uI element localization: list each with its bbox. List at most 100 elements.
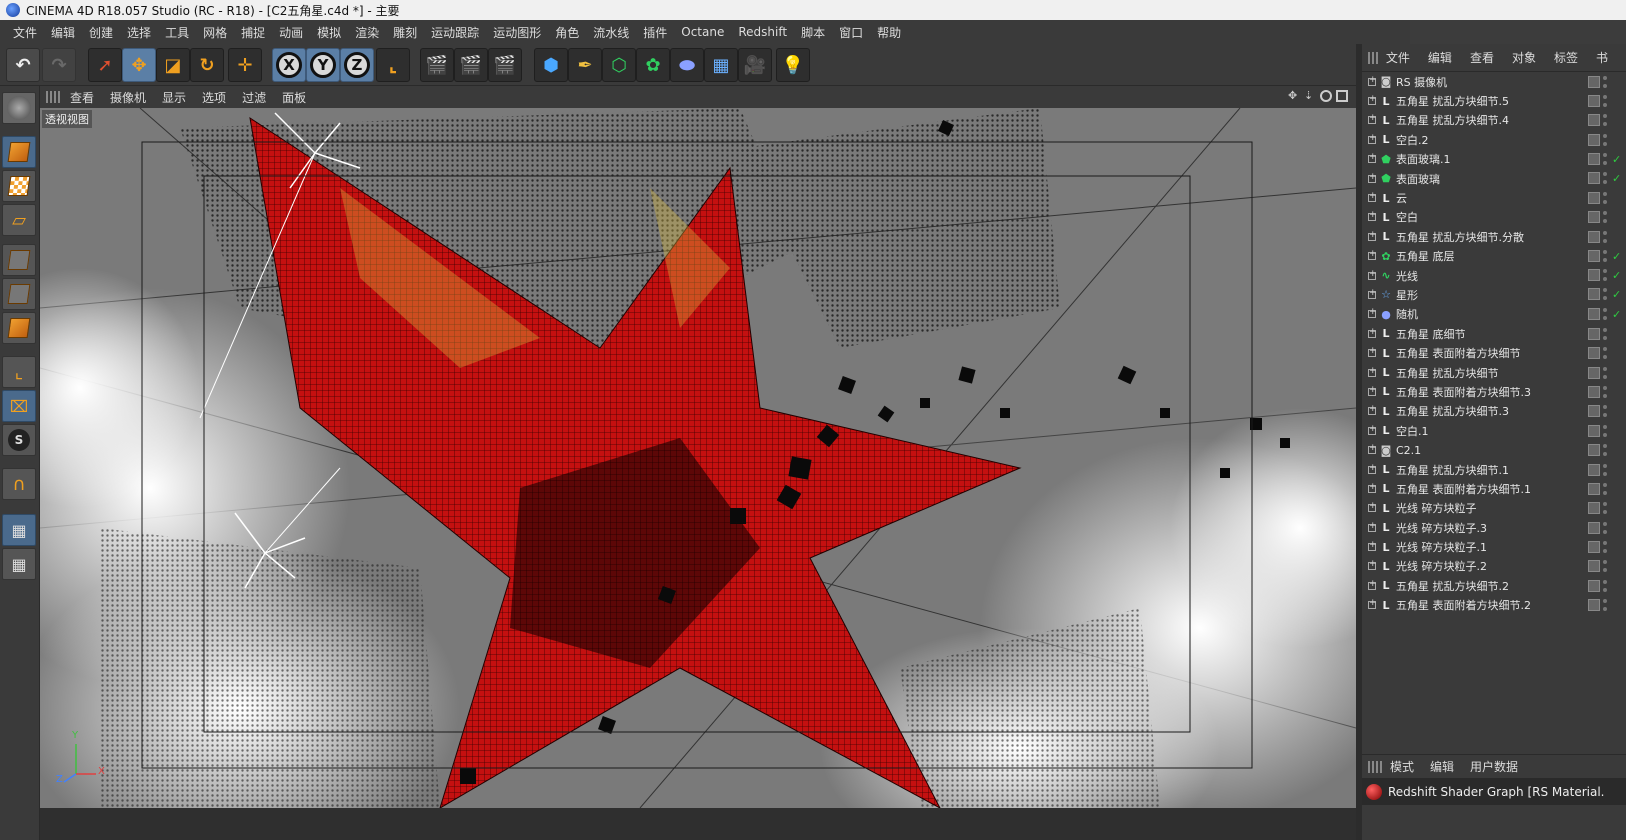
visibility-dots-icon[interactable]: [1603, 599, 1609, 612]
attr-menu-mode[interactable]: 模式: [1390, 758, 1414, 775]
object-menu-item[interactable]: 书: [1596, 49, 1608, 66]
object-row[interactable]: ⬟ 表面玻璃.1 ✓: [1362, 150, 1626, 169]
material-tag-icon[interactable]: [1588, 599, 1600, 612]
enabled-check-icon[interactable]: [1612, 231, 1622, 243]
enabled-check-icon[interactable]: [1612, 347, 1622, 359]
visibility-dots-icon[interactable]: [1603, 424, 1609, 437]
points-mode-button[interactable]: [2, 244, 36, 276]
object-row[interactable]: ● 随机 ✓: [1362, 305, 1626, 324]
expand-toggle-icon[interactable]: [1368, 75, 1377, 86]
expand-toggle-icon[interactable]: [1368, 172, 1377, 183]
enabled-check-icon[interactable]: ✓: [1612, 288, 1622, 301]
visibility-dots-icon[interactable]: [1603, 482, 1609, 495]
add-subdivision-button[interactable]: ⬡: [602, 48, 636, 82]
enabled-check-icon[interactable]: ✓: [1612, 250, 1622, 263]
render-view-button[interactable]: 🎬: [420, 48, 454, 82]
material-tag-icon[interactable]: [1588, 95, 1600, 108]
object-menu-item[interactable]: 标签: [1554, 49, 1578, 66]
enabled-check-icon[interactable]: [1612, 76, 1622, 88]
enabled-check-icon[interactable]: [1612, 560, 1622, 572]
object-row[interactable]: L 空白.2: [1362, 130, 1626, 149]
live-selection-button[interactable]: ➚: [88, 48, 122, 82]
viewport-menu-options[interactable]: 选项: [202, 89, 226, 106]
object-row[interactable]: ◙ RS 摄像机: [1362, 72, 1626, 91]
object-row[interactable]: L 五角星 扰乱方块细节.2: [1362, 576, 1626, 595]
expand-toggle-icon[interactable]: [1368, 404, 1377, 416]
visibility-dots-icon[interactable]: [1603, 230, 1609, 243]
enabled-check-icon[interactable]: [1612, 580, 1622, 592]
object-row[interactable]: ⬟ 表面玻璃 ✓: [1362, 169, 1626, 188]
object-row[interactable]: L 五角星 表面附着方块细节: [1362, 343, 1626, 362]
expand-toggle-icon[interactable]: [1368, 579, 1377, 590]
menu-item[interactable]: 插件: [643, 24, 667, 41]
visibility-dots-icon[interactable]: [1603, 502, 1609, 515]
object-row[interactable]: L 五角星 扰乱方块细节.4: [1362, 111, 1626, 130]
perspective-viewport[interactable]: 透视视图 Y Z X: [40, 108, 1356, 808]
expand-toggle-icon[interactable]: [1368, 288, 1377, 299]
texture-mode-button[interactable]: [2, 170, 36, 202]
menu-item[interactable]: 捕捉: [241, 24, 265, 41]
expand-toggle-icon[interactable]: [1368, 559, 1377, 571]
orbit-icon[interactable]: [1320, 90, 1332, 102]
material-tag-icon[interactable]: [1588, 366, 1600, 379]
menu-item[interactable]: 运动跟踪: [431, 24, 479, 41]
visibility-dots-icon[interactable]: [1603, 75, 1609, 88]
visibility-dots-icon[interactable]: [1603, 521, 1609, 534]
visibility-dots-icon[interactable]: [1603, 192, 1609, 205]
expand-toggle-icon[interactable]: [1368, 501, 1377, 513]
expand-toggle-icon[interactable]: [1368, 133, 1377, 144]
material-tag-icon[interactable]: [1588, 541, 1600, 554]
menu-item[interactable]: 角色: [555, 24, 579, 41]
enabled-check-icon[interactable]: [1612, 425, 1622, 437]
tweak-mode-button[interactable]: ⌧: [2, 390, 36, 422]
material-tag-icon[interactable]: [1588, 211, 1600, 224]
x-axis-lock-button[interactable]: X: [272, 48, 306, 82]
visibility-dots-icon[interactable]: [1603, 211, 1609, 224]
material-tag-icon[interactable]: [1588, 327, 1600, 340]
expand-toggle-icon[interactable]: [1368, 598, 1377, 610]
enabled-check-icon[interactable]: [1612, 211, 1622, 223]
workplane-align-button[interactable]: ▦: [2, 548, 36, 580]
add-deformer-button[interactable]: ⬬: [670, 48, 704, 82]
z-axis-lock-button[interactable]: Z: [340, 48, 374, 82]
menu-item[interactable]: 运动图形: [493, 24, 541, 41]
expand-toggle-icon[interactable]: [1368, 482, 1377, 493]
object-row[interactable]: L 空白: [1362, 208, 1626, 227]
coordinate-system-button[interactable]: ⌞: [376, 48, 410, 82]
add-camera-button[interactable]: 🎥: [738, 48, 772, 82]
enabled-check-icon[interactable]: [1612, 522, 1622, 534]
move-tool-button[interactable]: ✥: [122, 48, 156, 82]
material-tag-icon[interactable]: [1588, 424, 1600, 437]
menu-item[interactable]: 编辑: [51, 24, 75, 41]
visibility-dots-icon[interactable]: [1603, 95, 1609, 108]
enabled-check-icon[interactable]: [1612, 328, 1622, 340]
expand-toggle-icon[interactable]: [1368, 210, 1377, 222]
enabled-check-icon[interactable]: [1612, 599, 1622, 611]
object-row[interactable]: L 五角星 表面附着方块细节.1: [1362, 479, 1626, 498]
menu-item[interactable]: 选择: [127, 24, 151, 41]
polygons-mode-button[interactable]: [2, 312, 36, 344]
visibility-dots-icon[interactable]: [1603, 366, 1609, 379]
expand-toggle-icon[interactable]: [1368, 94, 1377, 106]
expand-toggle-icon[interactable]: [1368, 230, 1377, 241]
visibility-dots-icon[interactable]: [1603, 152, 1609, 165]
enabled-check-icon[interactable]: ✓: [1612, 269, 1622, 282]
menu-item[interactable]: 脚本: [801, 24, 825, 41]
visibility-dots-icon[interactable]: [1603, 269, 1609, 282]
expand-toggle-icon[interactable]: [1368, 443, 1377, 455]
attr-menu-edit[interactable]: 编辑: [1430, 758, 1454, 775]
object-row[interactable]: L 空白.1: [1362, 421, 1626, 440]
viewport-camera-label[interactable]: 透视视图: [42, 110, 92, 128]
viewport-menu-camera[interactable]: 摄像机: [110, 89, 146, 106]
rotate-tool-button[interactable]: ↻: [190, 48, 224, 82]
undo-button[interactable]: ↶: [6, 48, 40, 82]
menu-item[interactable]: 帮助: [877, 24, 901, 41]
viewport-menu-panel[interactable]: 面板: [282, 89, 306, 106]
menu-item[interactable]: Redshift: [738, 25, 787, 39]
visibility-dots-icon[interactable]: [1603, 541, 1609, 554]
visibility-dots-icon[interactable]: [1603, 347, 1609, 360]
object-menu-item[interactable]: 查看: [1470, 49, 1494, 66]
visibility-dots-icon[interactable]: [1603, 463, 1609, 476]
expand-toggle-icon[interactable]: [1368, 463, 1377, 474]
menu-item[interactable]: 雕刻: [393, 24, 417, 41]
